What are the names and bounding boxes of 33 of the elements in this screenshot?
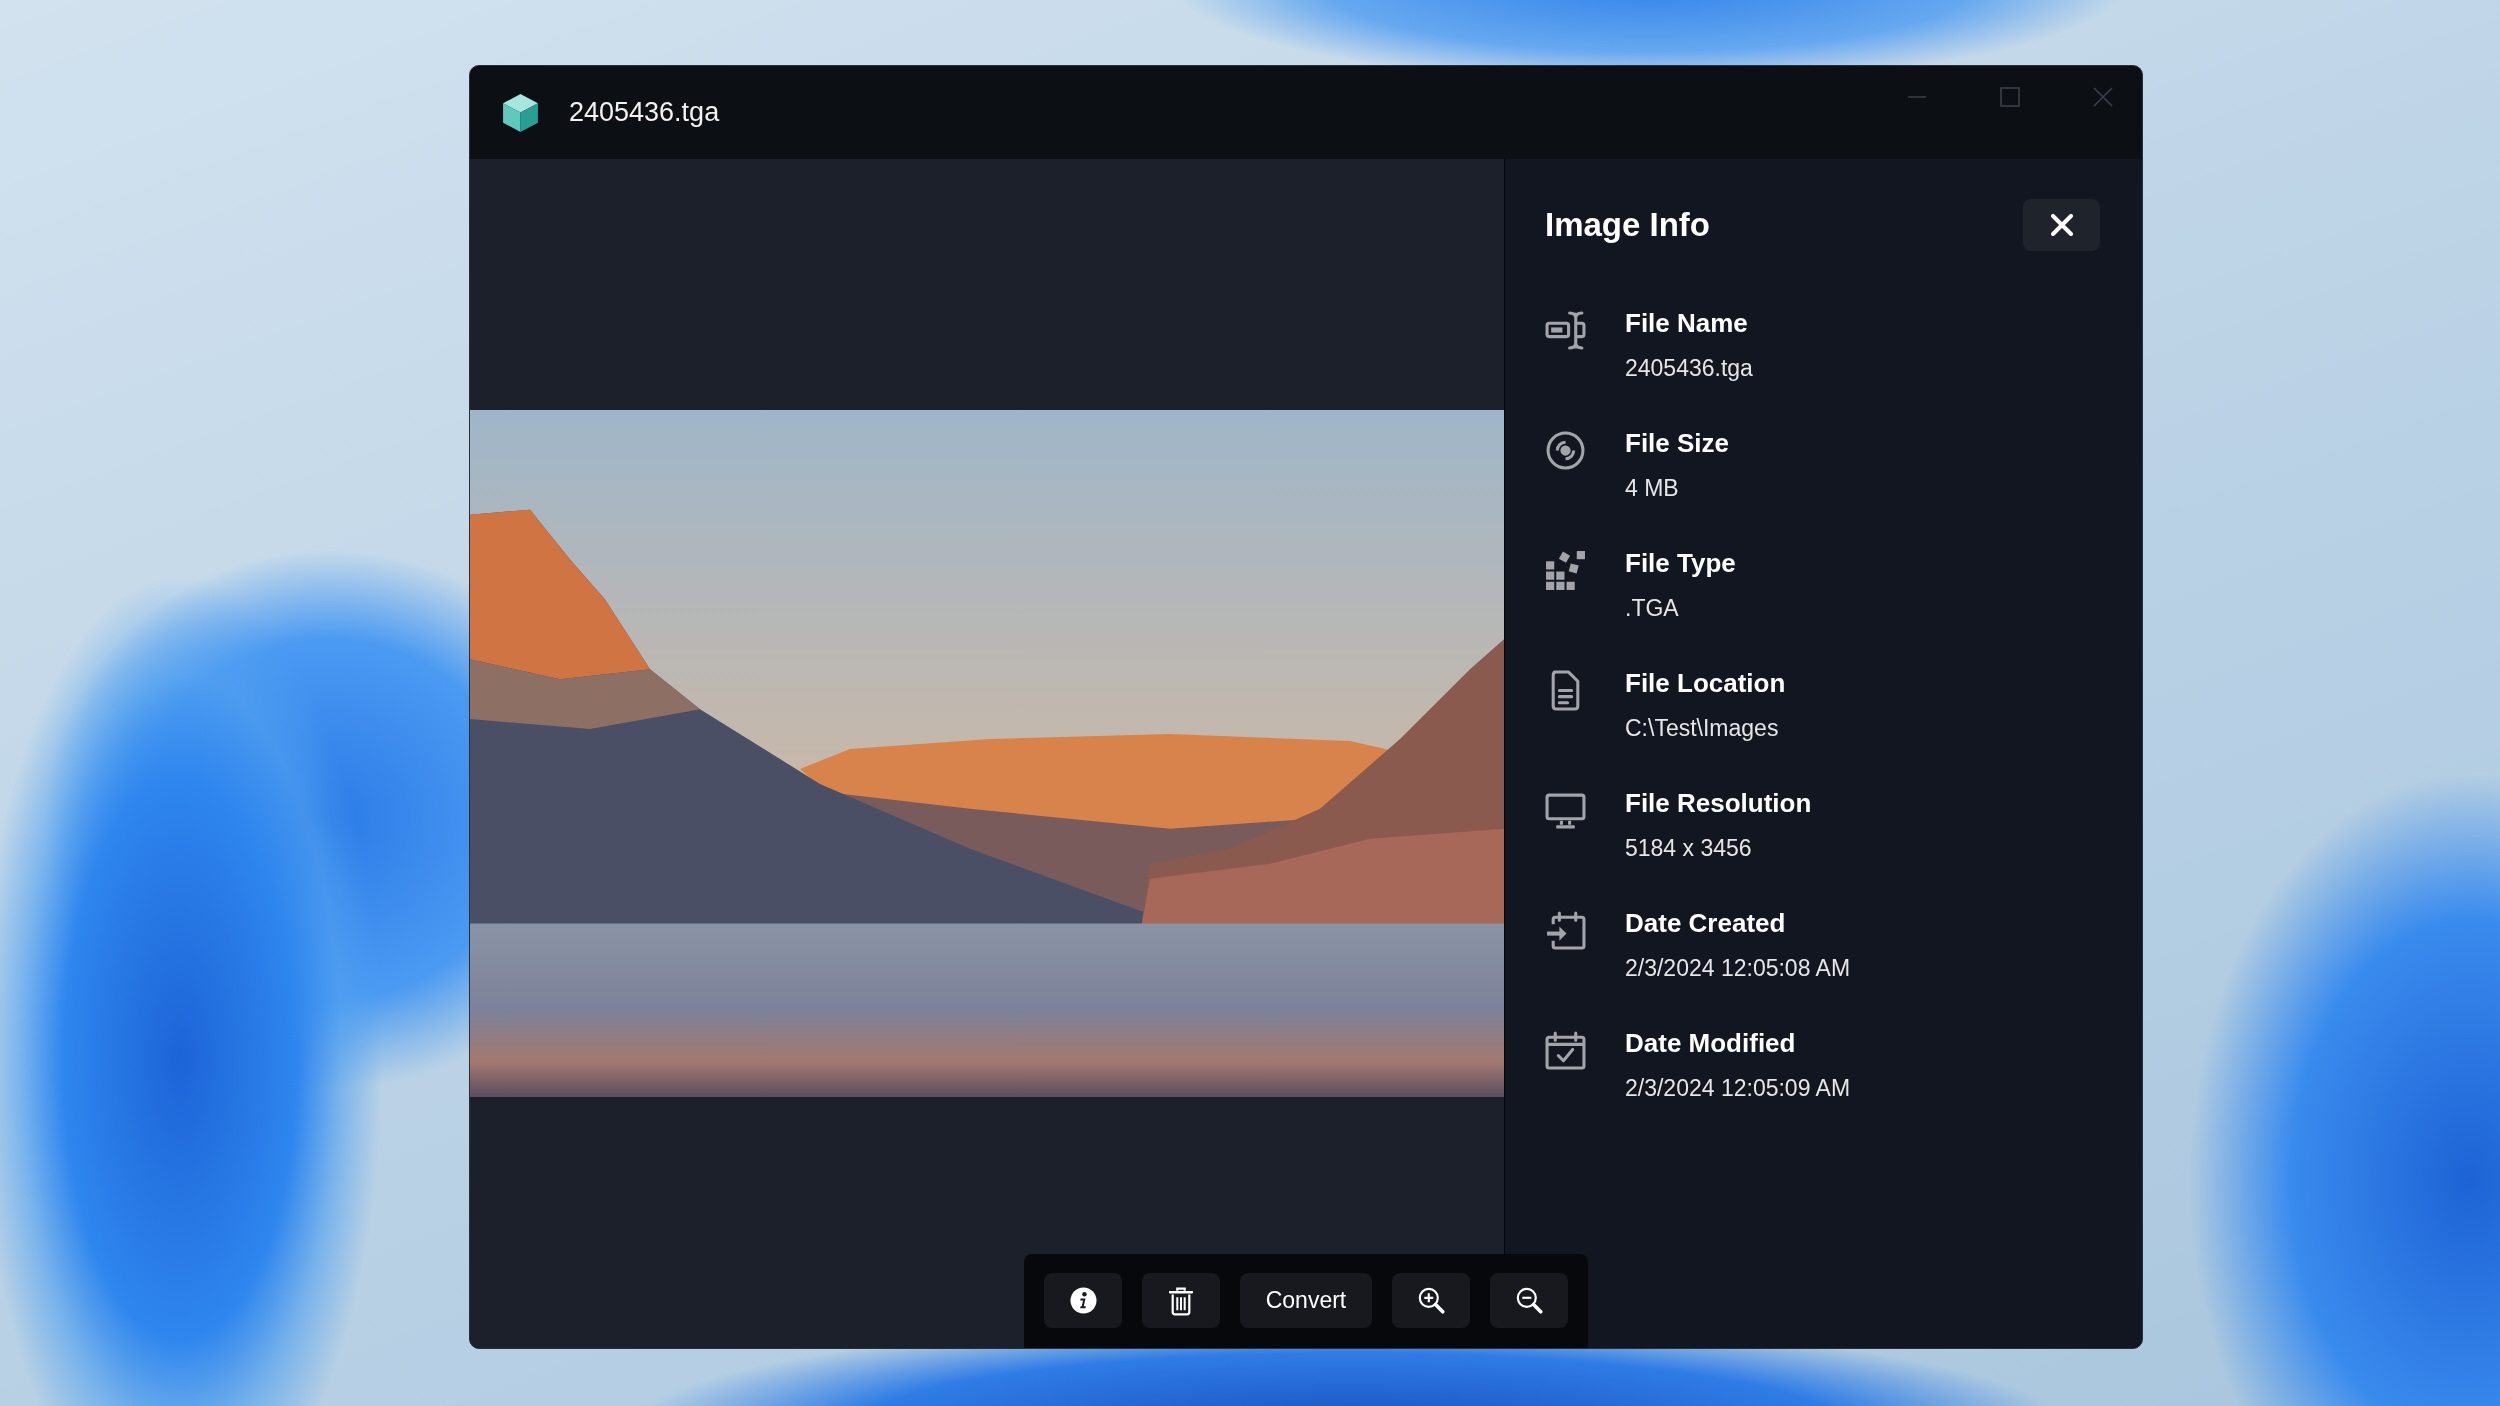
calendar-check-icon bbox=[1545, 1030, 1586, 1071]
info-value: 2405436.tga bbox=[1625, 354, 1753, 383]
disc-icon bbox=[1545, 430, 1586, 471]
close-button[interactable] bbox=[2023, 199, 2100, 251]
calendar-arrow-icon bbox=[1545, 910, 1586, 951]
info-value: 2/3/2024 12:05:09 AM bbox=[1625, 1074, 1851, 1103]
info-label: File Size bbox=[1625, 427, 1730, 460]
info-value: C:\Test\Images bbox=[1625, 714, 1779, 743]
info-label: Date Created bbox=[1625, 907, 1786, 940]
info-button[interactable] bbox=[1044, 1273, 1122, 1328]
zoom-in-button[interactable] bbox=[1392, 1273, 1470, 1328]
close-icon bbox=[2050, 214, 2073, 236]
info-value: 5184 x 3456 bbox=[1625, 834, 1752, 863]
info-label: File Location bbox=[1625, 667, 1786, 700]
info-label: File Name bbox=[1625, 307, 1748, 340]
zoom-out-icon bbox=[1515, 1287, 1543, 1314]
info-label: File Type bbox=[1625, 547, 1736, 580]
cube-icon bbox=[500, 92, 541, 133]
convert-button[interactable]: Convert bbox=[1240, 1273, 1372, 1328]
info-label: File Resolution bbox=[1625, 787, 1812, 820]
delete-button[interactable] bbox=[1142, 1273, 1220, 1328]
info-value: .TGA bbox=[1625, 594, 1679, 623]
info-icon bbox=[1069, 1287, 1097, 1314]
blocks-icon bbox=[1545, 550, 1586, 591]
info-value: 2/3/2024 12:05:08 AM bbox=[1625, 954, 1851, 983]
trash-icon bbox=[1169, 1285, 1193, 1316]
zoom-in-icon bbox=[1417, 1287, 1445, 1314]
info-value: 4 MB bbox=[1625, 474, 1679, 503]
panel-title: Image Info bbox=[1545, 206, 1711, 244]
window-title: 2405436.tga bbox=[569, 97, 720, 128]
zoom-out-button[interactable] bbox=[1490, 1273, 1568, 1328]
info-label: Date Modified bbox=[1625, 1027, 1796, 1060]
rename-icon bbox=[1545, 310, 1586, 351]
